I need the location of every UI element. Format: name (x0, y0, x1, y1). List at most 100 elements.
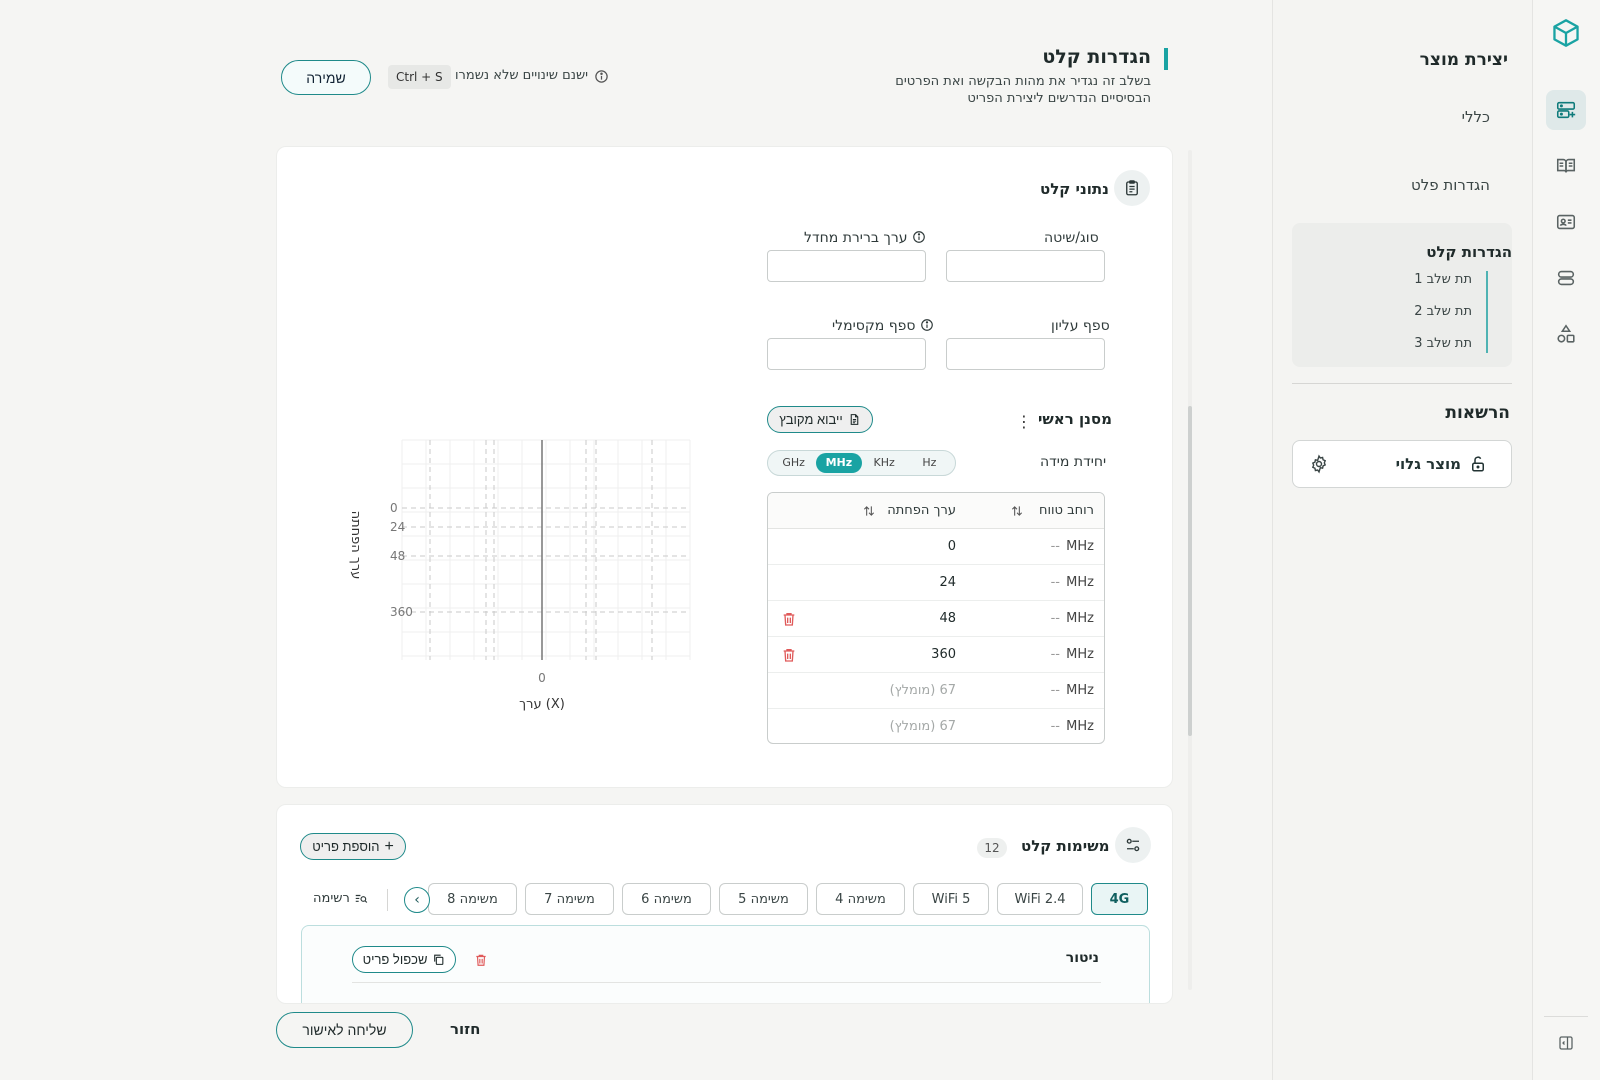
row-range-value[interactable]: -- (1051, 611, 1060, 626)
x-tick-label: 0 (538, 671, 546, 685)
unit-option-ghz[interactable]: GHz (771, 453, 816, 473)
collapse-panel-icon[interactable] (1551, 1028, 1581, 1058)
row-unit: MHz (1066, 539, 1094, 554)
permission-item-label: מוצר גלוי (1395, 455, 1461, 473)
tab-4g[interactable]: 4G (1091, 883, 1148, 915)
chevron-right-icon[interactable]: › (404, 887, 430, 913)
rail-divider (1544, 1016, 1588, 1017)
sidebar-group-title: הגדרות קלט (1426, 243, 1512, 261)
stepper-sidebar: יצירת מוצר כללי הגדרות פלט הגדרות קלט תת… (1272, 0, 1532, 1080)
substep-progress-line (1486, 271, 1488, 353)
row-unit: MHz (1066, 575, 1094, 590)
shapes-icon[interactable] (1546, 314, 1586, 354)
sidebar-substep-2[interactable]: תת שלב 2 (1414, 304, 1472, 319)
list-view-toggle[interactable]: רשימה (313, 891, 368, 906)
trash-icon[interactable] (781, 646, 797, 664)
scrollbar-thumb[interactable] (1188, 406, 1192, 736)
column-header-attenuation[interactable]: ערך הפחתה (887, 503, 956, 518)
sidebar-substep-3[interactable]: תת שלב 3 (1414, 336, 1472, 351)
upper-threshold-input[interactable] (946, 338, 1105, 370)
type-method-input[interactable] (946, 250, 1105, 282)
title-accent-bar (1164, 48, 1168, 70)
main-filter-title: מסנן ראשי (1038, 410, 1112, 428)
row-unit: MHz (1066, 611, 1094, 626)
type-method-label: סוג/שיטה (1044, 230, 1099, 246)
unit-option-hz[interactable]: Hz (907, 453, 952, 473)
save-button[interactable]: שמירה (281, 60, 371, 95)
unit-option-mhz[interactable]: MHz (816, 453, 862, 473)
tab-task-4[interactable]: משימה 4 (816, 883, 905, 915)
row-range-value[interactable]: -- (1051, 647, 1060, 662)
table-row[interactable]: MHz -- 360 (768, 637, 1104, 673)
row-attenuation-value[interactable]: 48 (939, 611, 956, 626)
row-range-value[interactable]: -- (1051, 683, 1060, 698)
row-unit: MHz (1066, 647, 1094, 662)
tab-wifi-5[interactable]: WiFi 5 (913, 883, 989, 915)
row-attenuation-value[interactable]: 360 (931, 647, 956, 662)
default-value-input[interactable] (767, 250, 926, 282)
trash-icon[interactable] (474, 952, 488, 968)
gear-icon[interactable] (1309, 454, 1329, 474)
storage-icon[interactable] (1546, 258, 1586, 298)
row-range-value[interactable]: -- (1051, 575, 1060, 590)
sort-icon[interactable] (862, 503, 876, 519)
trash-icon[interactable] (781, 610, 797, 628)
back-button[interactable]: חזור (450, 1020, 481, 1038)
sidebar-step-general[interactable]: כללי (1462, 108, 1490, 126)
attenuation-chart: 0 24 48 360 0 ערך (X) ערך הפחתה (348, 439, 691, 712)
sidebar-step-output-settings[interactable]: הגדרות פלט (1411, 176, 1490, 194)
row-attenuation-value[interactable]: 67 (מומלץ) (890, 719, 956, 734)
default-value-label-text: ערך ברירת מחדל (804, 230, 908, 246)
tab-task-6[interactable]: משימה 6 (622, 883, 711, 915)
table-row[interactable]: MHz -- 67 (מומלץ) (768, 673, 1104, 709)
tab-wifi-2-4[interactable]: WiFi 2.4 (997, 883, 1083, 915)
y-tick-label: 360 (390, 605, 413, 619)
more-options-icon[interactable]: ⋮ (1016, 412, 1032, 431)
sort-icon[interactable] (1010, 503, 1024, 519)
file-icon (850, 414, 859, 425)
add-item-button[interactable]: + הוספת פריט (300, 833, 406, 860)
info-icon (912, 231, 925, 243)
unit-selector[interactable]: GHz MHz KHz Hz (767, 450, 956, 476)
list-search-icon (355, 894, 368, 903)
table-row[interactable]: MHz -- 0 (768, 529, 1104, 565)
max-threshold-input[interactable] (767, 338, 926, 370)
import-from-file-button[interactable]: ייבוא מקובץ (767, 406, 873, 433)
task-item-divider (352, 982, 1101, 983)
table-header: רוחב טווח ערך הפחתה (768, 493, 1104, 529)
tasks-count-badge: 12 (977, 838, 1007, 858)
y-tick-label: 48 (390, 549, 405, 563)
contact-card-icon[interactable] (1546, 202, 1586, 242)
submit-for-approval-button[interactable]: שליחה לאישור (276, 1012, 413, 1048)
page-subtitle: בשלב זה נגדיר את מהות הבקשה ואת הפרטים ה… (895, 74, 1151, 106)
tab-task-8[interactable]: משימה 8 (428, 883, 517, 915)
permission-item-visible-product[interactable]: מוצר גלוי (1292, 440, 1512, 488)
table-row[interactable]: MHz -- 48 (768, 601, 1104, 637)
row-range-value[interactable]: -- (1051, 719, 1060, 734)
unit-option-khz[interactable]: KHz (862, 453, 907, 473)
row-attenuation-value[interactable]: 24 (939, 575, 956, 590)
row-unit: MHz (1066, 719, 1094, 734)
book-icon[interactable] (1546, 146, 1586, 186)
table-row[interactable]: MHz -- 67 (מומלץ) (768, 709, 1104, 743)
row-range-value[interactable]: -- (1051, 539, 1060, 554)
tab-task-7[interactable]: משימה 7 (525, 883, 614, 915)
attenuation-table: רוחב טווח ערך הפחתה MHz -- 0 MHz -- 24 MHz -- 48… (767, 492, 1105, 744)
content-scrollbar[interactable] (1188, 150, 1192, 990)
sidebar-substep-1[interactable]: תת שלב 1 (1414, 272, 1472, 287)
tab-task-5[interactable]: משימה 5 (719, 883, 808, 915)
duplicate-item-button[interactable]: שכפול פריט (352, 946, 456, 973)
table-row[interactable]: MHz -- 24 (768, 565, 1104, 601)
page-title: הגדרות קלט (1042, 46, 1151, 68)
row-attenuation-value[interactable]: 0 (948, 539, 956, 554)
sidebar-step-input-settings[interactable]: הגדרות קלט תת שלב 1 תת שלב 2 תת שלב 3 (1292, 223, 1512, 367)
info-icon (595, 70, 608, 83)
column-header-range[interactable]: רוחב טווח (1039, 503, 1094, 518)
main-content: הגדרות קלט בשלב זה נגדיר את מהות הבקשה ו… (0, 0, 1271, 1080)
unlock-icon (1472, 456, 1484, 472)
copy-icon (434, 954, 444, 965)
server-add-icon[interactable] (1546, 90, 1586, 130)
row-attenuation-value[interactable]: 67 (מומלץ) (890, 683, 956, 698)
unsaved-changes-text: ישנם שינויים שלא נשמרו (455, 68, 589, 83)
upper-threshold-label: ספף עליון (1051, 318, 1110, 334)
